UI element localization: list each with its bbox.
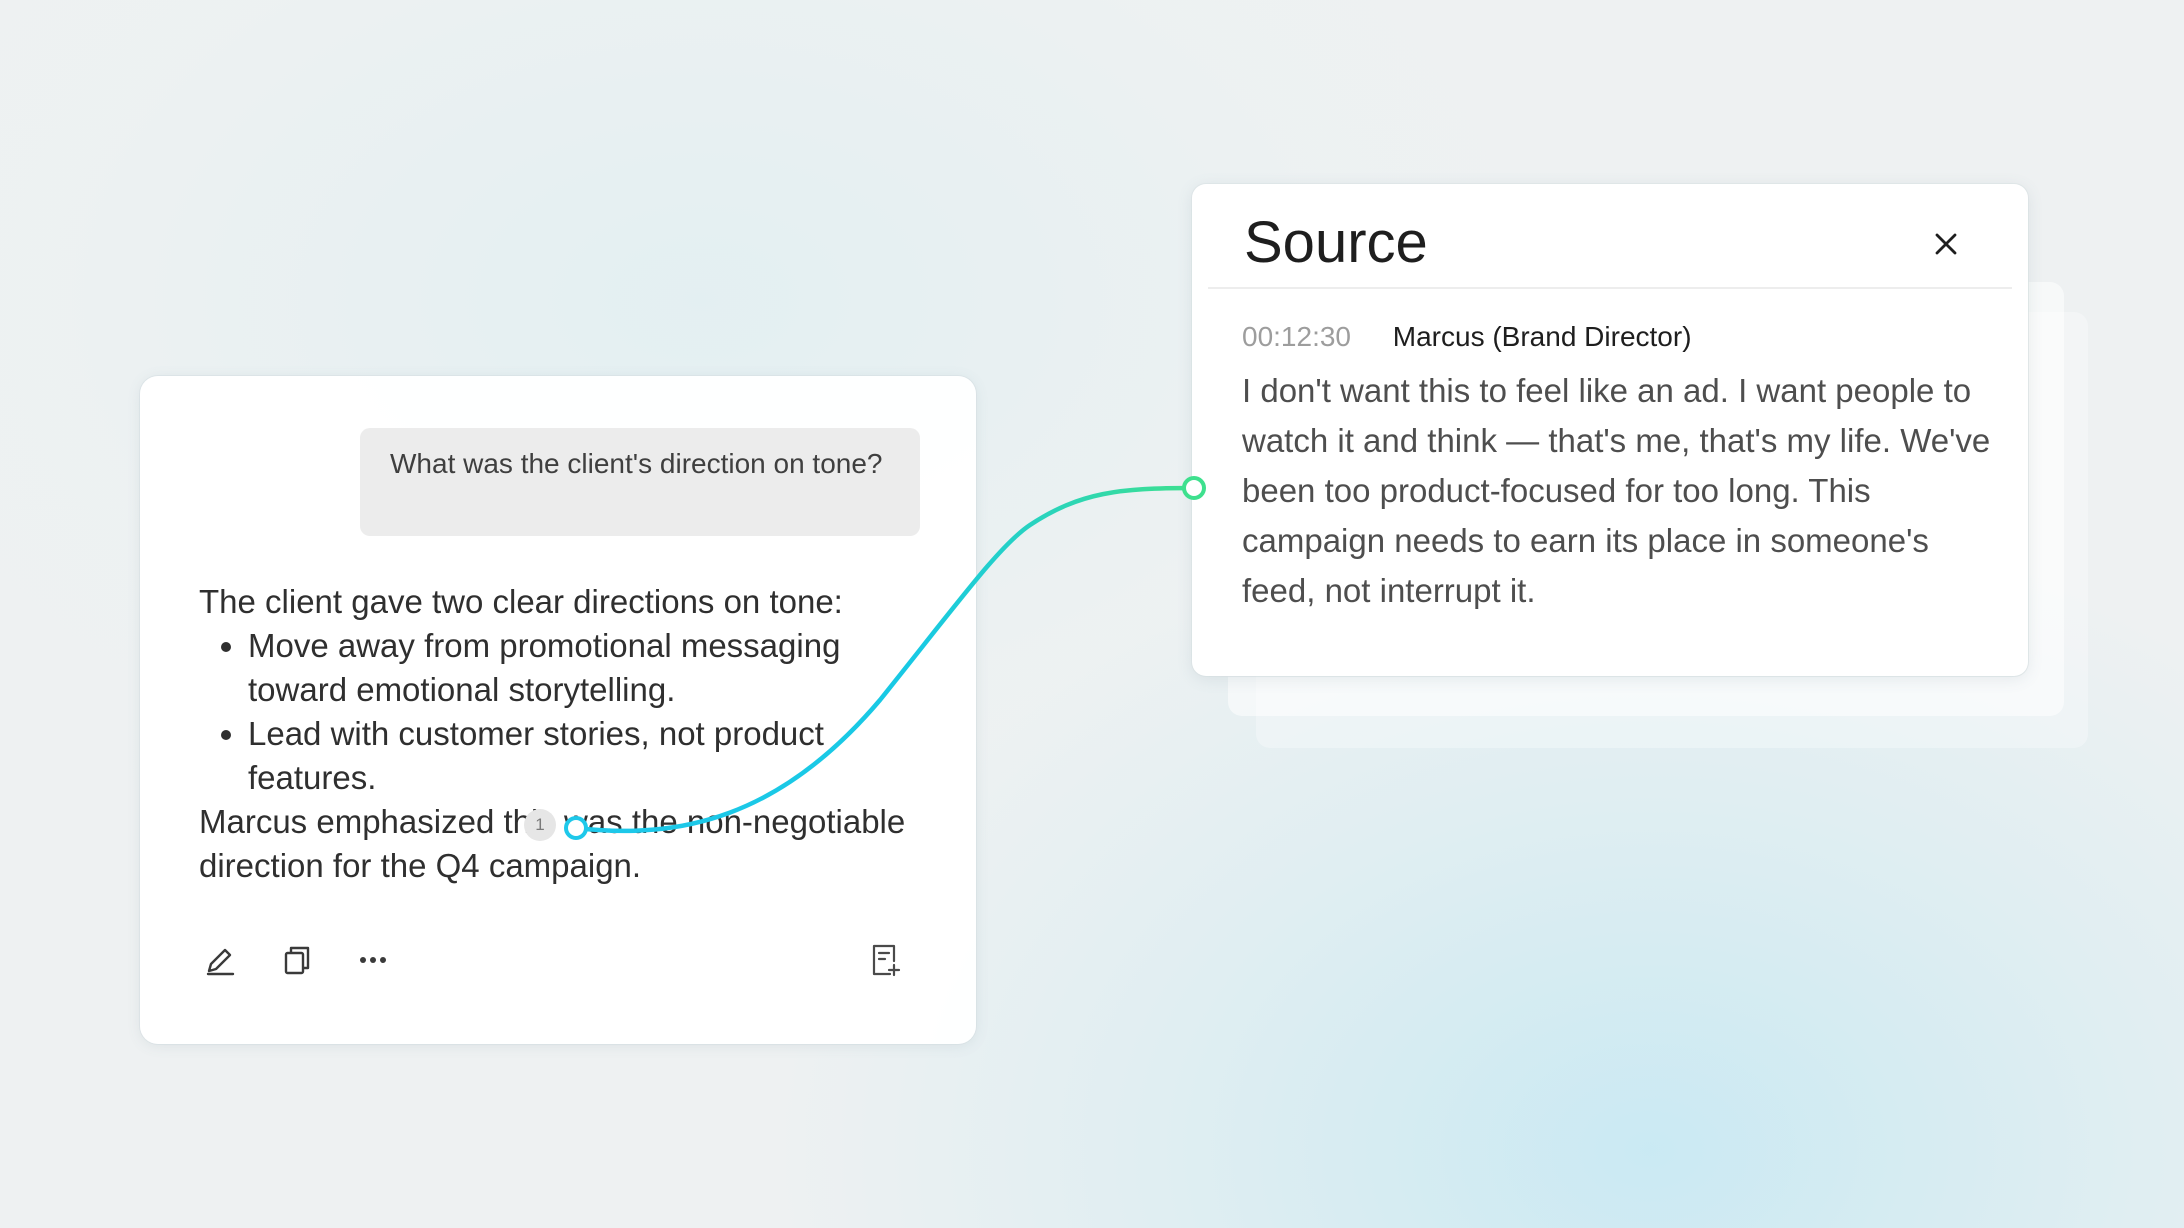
copy-icon[interactable] xyxy=(277,940,317,980)
chat-answer-card: What was the client's direction on tone?… xyxy=(140,376,976,1044)
source-meta: 00:12:30 Marcus (Brand Director) xyxy=(1242,317,1692,357)
source-quote: I don't want this to feel like an ad. I … xyxy=(1242,372,1991,609)
answer-outro: Marcus emphasized this was the non-negot… xyxy=(199,803,906,884)
answer-bullet-list: Move away from promotional messaging tow… xyxy=(199,624,919,800)
source-panel: Source 00:12:30 Marcus (Brand Director) … xyxy=(1192,184,2028,676)
answer-bullet: Move away from promotional messaging tow… xyxy=(248,624,919,712)
add-to-note-icon[interactable] xyxy=(866,940,906,980)
user-question-bubble: What was the client's direction on tone? xyxy=(360,428,920,536)
assistant-answer: The client gave two clear directions on … xyxy=(199,580,919,888)
speaker-name: Marcus (Brand Director) xyxy=(1392,321,1692,352)
source-panel-title: Source xyxy=(1244,210,1428,275)
answer-intro: The client gave two clear directions on … xyxy=(199,583,843,620)
close-icon xyxy=(1935,233,1957,255)
pen-icon[interactable] xyxy=(200,940,240,980)
timestamp[interactable]: 00:12:30 xyxy=(1242,321,1351,352)
close-button[interactable] xyxy=(1924,222,1968,266)
citation-badge[interactable]: 1 xyxy=(524,809,556,841)
more-horizontal-icon[interactable] xyxy=(353,940,393,980)
header-divider xyxy=(1208,287,2012,289)
answer-bullet: Lead with customer stories, not product … xyxy=(248,712,919,800)
